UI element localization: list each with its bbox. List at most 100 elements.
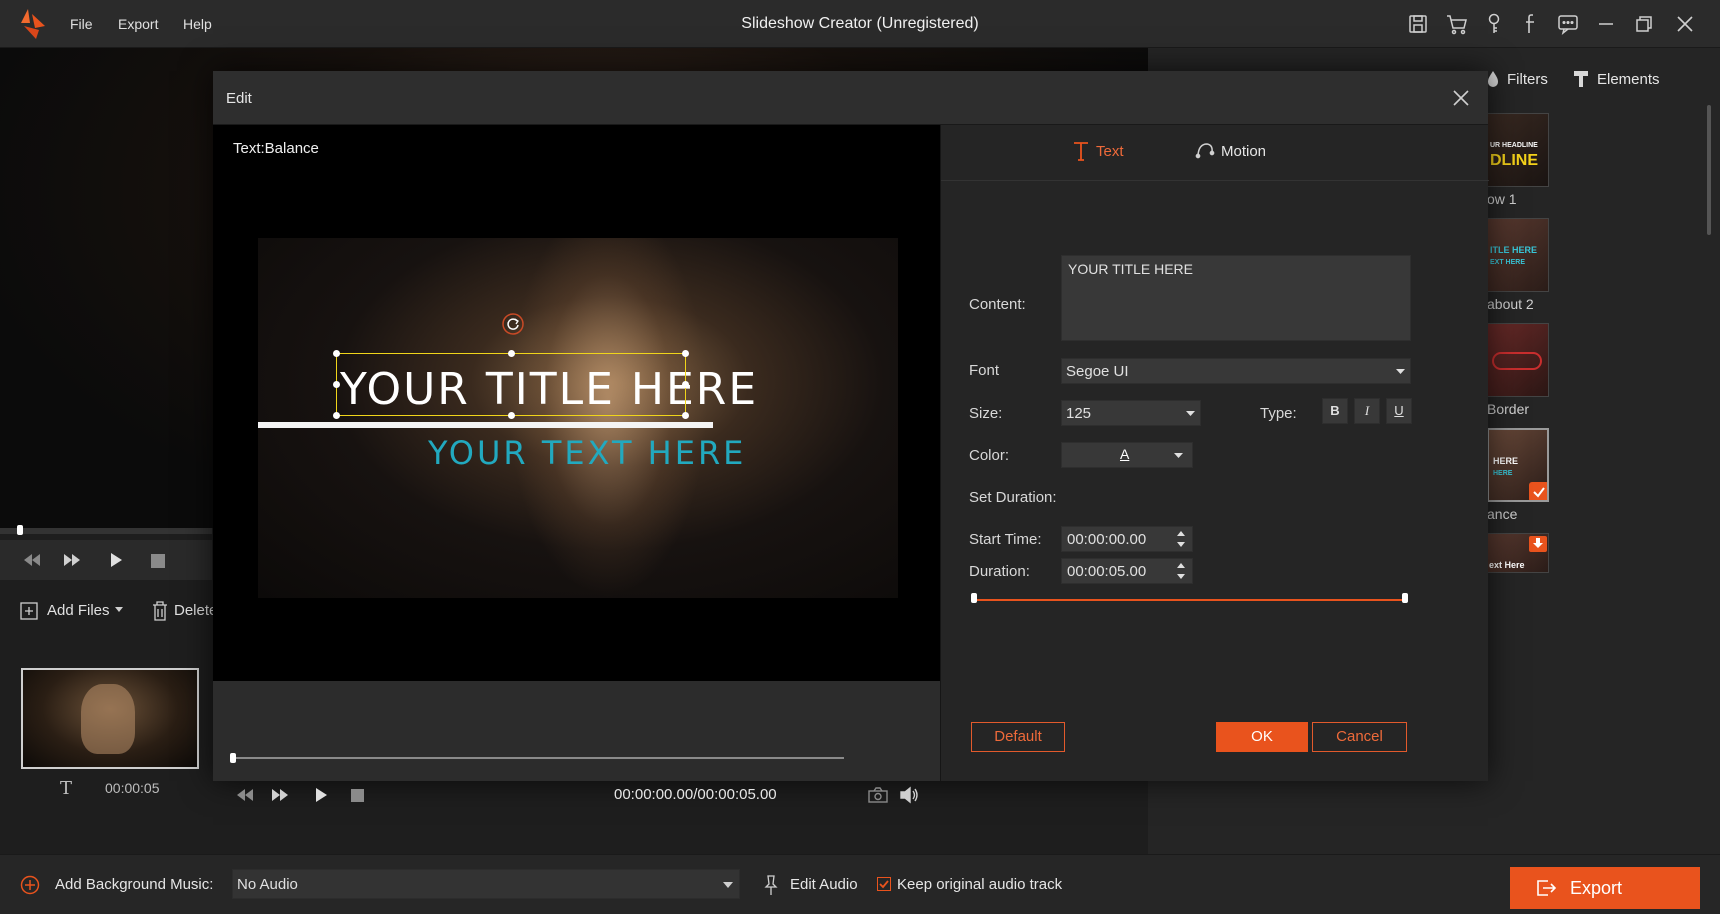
preview-image: YOUR TITLE HERE YOUR TEXT HERE [258, 238, 898, 598]
chevron-down-icon [1396, 369, 1405, 375]
duration-label: Duration: [969, 563, 1030, 580]
text-clip-icon: T [60, 778, 73, 799]
app-logo-icon [18, 8, 48, 40]
key-icon[interactable] [1482, 12, 1506, 36]
side-panel-scrollbar[interactable] [1707, 105, 1711, 235]
dialog-properties: Text Motion Content: YOUR TITLE HERE Fon… [940, 125, 1489, 781]
spin-arrows-icon[interactable] [1176, 562, 1186, 580]
menu-export[interactable]: Export [118, 16, 158, 32]
range-start-handle[interactable] [971, 593, 977, 603]
chevron-down-icon [1186, 411, 1195, 417]
color-label: Color: [969, 447, 1010, 464]
start-time-field[interactable]: 00:00:00.00 [1061, 526, 1193, 552]
keep-audio-checkbox[interactable] [877, 877, 891, 891]
restore-icon[interactable] [1632, 12, 1656, 36]
content-textarea[interactable]: YOUR TITLE HERE [1061, 255, 1411, 341]
size-select[interactable]: 125 [1061, 400, 1201, 426]
dialog-tabs: Text Motion [941, 125, 1489, 181]
play-icon[interactable] [108, 552, 124, 568]
rewind-icon[interactable] [22, 552, 42, 568]
main-playback-controls [0, 540, 212, 580]
duration-field[interactable]: 00:00:05.00 [1061, 558, 1193, 584]
range-end-handle[interactable] [1402, 593, 1408, 603]
clip-duration: 00:00:05 [105, 780, 160, 796]
tab-text[interactable]: Text [1096, 143, 1124, 160]
ok-button[interactable]: OK [1216, 722, 1308, 752]
file-toolbar: Add Files Delete [0, 590, 217, 630]
export-button[interactable]: Export [1510, 867, 1700, 909]
italic-button[interactable]: I [1354, 398, 1380, 424]
filters-icon[interactable] [1486, 70, 1500, 88]
download-icon[interactable] [1529, 536, 1547, 552]
dialog-header: Edit [213, 71, 1488, 125]
default-button[interactable]: Default [971, 722, 1065, 752]
edit-audio-button[interactable]: Edit Audio [790, 876, 858, 893]
volume-icon[interactable] [899, 786, 919, 804]
size-label: Size: [969, 405, 1003, 422]
tab-motion[interactable]: Motion [1221, 143, 1266, 160]
dialog-title: Edit [226, 90, 252, 107]
tab-elements[interactable]: Elements [1597, 71, 1660, 88]
title-bar: File Export Help Slideshow Creator (Unre… [0, 0, 1720, 48]
overlay-sub-text[interactable]: YOUR TEXT HERE [428, 434, 746, 472]
dialog-fast-forward-icon[interactable] [270, 787, 290, 803]
element-thumb-1[interactable]: UR HEADLINE DLINE [1487, 113, 1549, 187]
save-icon[interactable] [1406, 12, 1430, 36]
element-thumb-4-selected[interactable]: HERE HERE [1487, 428, 1549, 502]
start-time-value: 00:00:00.00 [1067, 531, 1147, 548]
dialog-preview: Text:Balance YOUR TITLE HERE YOUR TEXT H… [213, 125, 940, 681]
clip-thumbnail[interactable] [21, 668, 199, 769]
dialog-play-icon[interactable] [313, 787, 329, 803]
type-label: Type: [1260, 405, 1297, 422]
size-select-value: 125 [1066, 405, 1092, 422]
camera-icon[interactable] [868, 787, 888, 803]
element-thumb-2[interactable]: ITLE HERE EXT HERE [1487, 218, 1549, 292]
element-thumb-5[interactable]: ext Here [1487, 533, 1549, 573]
trash-icon[interactable] [152, 601, 168, 621]
cancel-button[interactable]: Cancel [1312, 722, 1407, 752]
bold-button[interactable]: B [1322, 398, 1348, 424]
delete-button[interactable]: Delete [174, 602, 217, 619]
facebook-icon[interactable] [1519, 12, 1543, 36]
add-music-icon[interactable] [20, 875, 40, 895]
fast-forward-icon[interactable] [62, 552, 82, 568]
dialog-close-icon[interactable] [1451, 88, 1471, 108]
duration-range-slider[interactable] [974, 599, 1404, 601]
element-thumb-3[interactable] [1487, 323, 1549, 397]
set-duration-label: Set Duration: [969, 489, 1057, 506]
rotate-handle-icon[interactable] [502, 313, 524, 335]
cart-icon[interactable] [1445, 12, 1469, 36]
edit-audio-icon[interactable] [762, 874, 780, 896]
tab-filters[interactable]: Filters [1507, 71, 1548, 88]
chat-icon[interactable] [1556, 12, 1580, 36]
check-icon [1529, 482, 1547, 500]
dialog-stop-icon[interactable] [351, 789, 364, 802]
menu-help[interactable]: Help [183, 16, 212, 32]
minimize-icon[interactable] [1594, 12, 1618, 36]
elements-icon[interactable] [1573, 70, 1589, 88]
audio-select[interactable]: No Audio [232, 869, 740, 899]
export-label: Export [1570, 878, 1623, 898]
add-files-icon[interactable] [20, 602, 38, 620]
add-files-button[interactable]: Add Files [47, 602, 110, 619]
audio-select-value: No Audio [237, 876, 298, 893]
spin-arrows-icon[interactable] [1176, 530, 1186, 548]
selection-box[interactable] [333, 350, 689, 419]
font-select[interactable]: Segoe UI [1061, 358, 1411, 384]
dialog-timeline-handle[interactable] [230, 753, 236, 763]
stop-icon[interactable] [151, 554, 165, 568]
content-label: Content: [969, 296, 1026, 313]
main-timeline-bar[interactable] [0, 525, 212, 535]
dialog-timeline[interactable] [230, 757, 844, 759]
timeline-handle[interactable] [17, 525, 23, 535]
keep-audio-label: Keep original audio track [897, 876, 1063, 893]
color-swatch: A [1120, 446, 1130, 462]
element-label-4: ance [1487, 506, 1518, 522]
menu-file[interactable]: File [70, 16, 93, 32]
color-select[interactable]: A [1061, 442, 1193, 468]
chevron-down-icon[interactable] [115, 607, 123, 613]
close-icon[interactable] [1673, 12, 1697, 36]
dialog-rewind-icon[interactable] [235, 787, 255, 803]
font-select-value: Segoe UI [1066, 363, 1129, 380]
underline-button[interactable]: U [1386, 398, 1412, 424]
